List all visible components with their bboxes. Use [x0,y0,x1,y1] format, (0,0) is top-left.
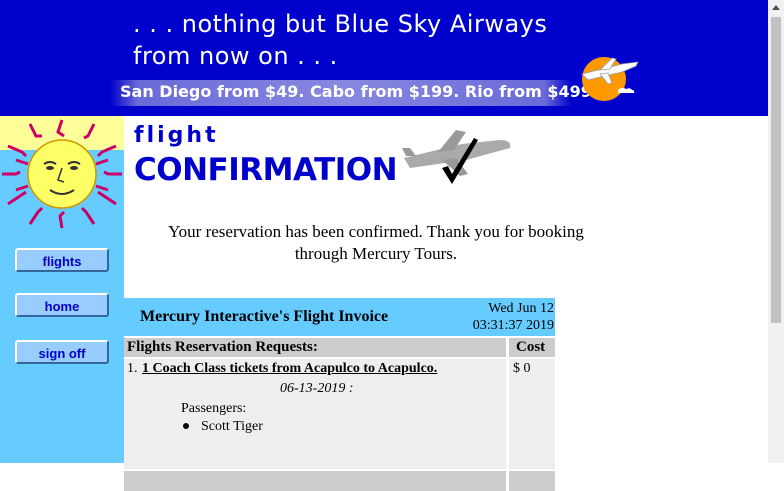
invoice-column-headers: Flights Reservation Requests: Cost [124,337,555,357]
tagline-line1: . . . nothing but Blue Sky Airways [133,10,548,38]
item-cost: $ 0 [513,361,531,376]
invoice-next-row [124,471,506,491]
header-banner: . . . nothing but Blue Sky Airways from … [0,0,768,116]
tagline-line2: from now on . . . [133,42,338,70]
vertical-scrollbar[interactable] [768,0,784,463]
invoice-title: Mercury Interactive's Flight Invoice [140,308,389,325]
cost-header-label: Cost [516,339,546,355]
heading-confirmation: CONFIRMATION [134,152,398,188]
requests-column-header: Flights Reservation Requests: [124,338,506,357]
plane-check-icon [402,130,511,184]
sun-logo-icon [0,116,124,232]
airline-logo-icon [581,57,639,101]
flights-button[interactable]: flights [15,248,109,272]
cost-column-header: Cost [509,338,555,357]
confirmation-message: Your reservation has been confirmed. Tha… [168,222,584,263]
passenger-list-item: Scott Tiger [181,419,263,435]
heading-flight: flight [134,123,219,148]
deals-text: San Diego from $49. Cabo from $199. Rio … [120,82,598,101]
invoice-datetime: Wed Jun 12 03:31:37 2019 [473,300,554,334]
passenger-name: Scott Tiger [201,419,263,434]
scroll-up-arrow-icon[interactable] [768,0,784,16]
sign-off-button[interactable]: sign off [15,340,109,364]
requests-header-label: Flights Reservation Requests: [127,339,318,355]
scrollbar-thumb[interactable] [771,17,781,323]
passengers-label: Passengers: [181,401,247,416]
home-button[interactable]: home [15,293,109,317]
banner-tagline: . . . nothing but Blue Sky Airways from … [133,8,547,72]
item-date: 06-13-2019 : [280,381,354,396]
item-title: 1 Coach Class tickets from Acapulco to A… [142,361,438,376]
item-number: 1. [127,361,138,376]
invoice-item-row: 1. 1 Coach Class tickets from Acapulco t… [124,359,506,469]
invoice-item-cost-cell: $ 0 [509,359,555,469]
invoice-header: Mercury Interactive's Flight Invoice Wed… [124,298,555,336]
invoice-time: 03:31:37 2019 [472,318,554,333]
sidebar: flights home sign off [0,116,124,463]
bullet-icon [183,422,189,429]
invoice-date: Wed Jun 12 [488,301,554,316]
invoice-next-cost-cell [509,471,555,491]
